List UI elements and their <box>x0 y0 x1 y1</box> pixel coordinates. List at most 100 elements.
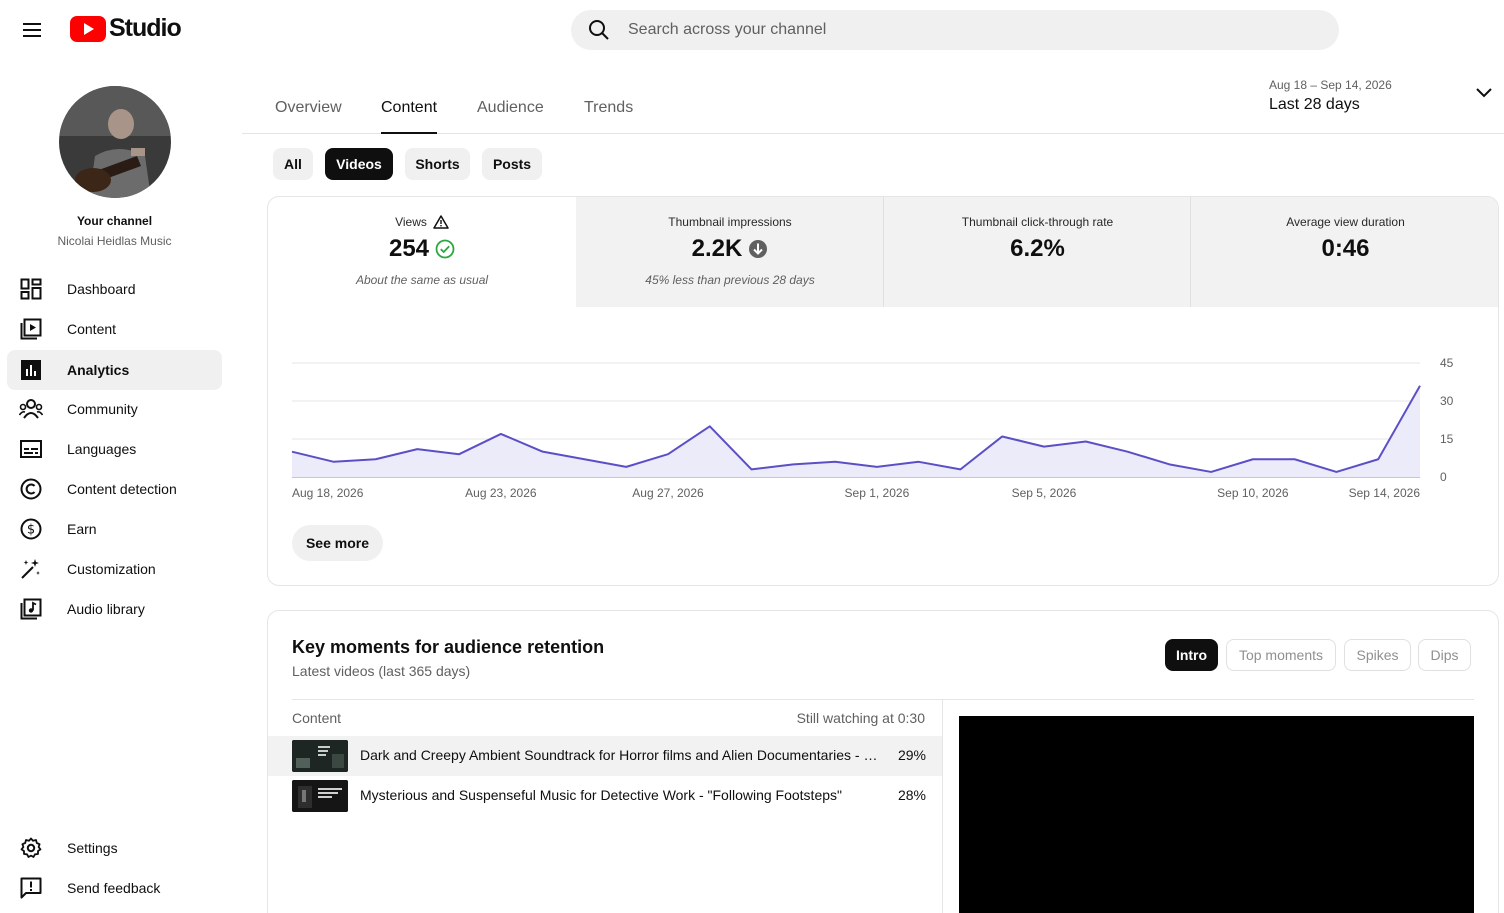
content-icon <box>19 317 43 341</box>
chevron-down-icon <box>1476 88 1492 98</box>
gear-icon <box>19 836 43 860</box>
metric-value: 0:46 <box>1321 235 1370 262</box>
sidebar-item-label: Dashboard <box>67 281 136 297</box>
divider <box>942 700 943 913</box>
retention-percent: 28% <box>897 787 926 803</box>
sidebar-item-audio-library[interactable]: Audio library <box>7 589 222 629</box>
search-input[interactable] <box>628 21 1308 39</box>
key-moments-card: Key moments for audience retention Lates… <box>267 610 1499 913</box>
menu-button[interactable] <box>14 12 52 48</box>
hamburger-menu-icon <box>23 23 41 37</box>
sidebar-item-label: Content detection <box>67 481 177 497</box>
video-thumbnail <box>292 740 348 772</box>
x-tick-label: Sep 10, 2026 <box>1217 486 1289 500</box>
metric-note: 45% less than previous 28 days <box>645 273 815 287</box>
video-player[interactable] <box>959 716 1474 913</box>
metric-label: Average view duration <box>1286 215 1405 229</box>
channel-avatar[interactable] <box>59 86 171 198</box>
search-bar[interactable] <box>571 10 1339 50</box>
chip-posts[interactable]: Posts <box>482 148 542 180</box>
x-tick-label: Aug 18, 2026 <box>292 486 364 500</box>
video-thumbnail <box>292 780 348 812</box>
sidebar-item-content-detection[interactable]: Content detection <box>7 469 222 509</box>
column-header-still-watching: Still watching at 0:30 <box>796 710 925 726</box>
logo-text: Studio <box>109 14 182 42</box>
community-icon <box>19 397 43 421</box>
tab-trends[interactable]: Trends <box>584 99 633 134</box>
dollar-icon: $ <box>19 517 43 541</box>
metric-thumbnail-impressions[interactable]: Thumbnail impressions 2.2K 45% less than… <box>576 197 884 307</box>
header: Studio <box>0 0 1504 58</box>
warning-icon[interactable] <box>433 215 449 229</box>
sidebar-item-content[interactable]: Content <box>7 309 222 349</box>
tab-audience[interactable]: Audience <box>477 99 544 134</box>
metric-value: 254 <box>388 235 430 262</box>
tab-overview[interactable]: Overview <box>275 99 342 134</box>
sidebar-item-dashboard[interactable]: Dashboard <box>7 269 222 309</box>
audio-library-icon <box>19 597 43 621</box>
date-range-picker[interactable]: Aug 18 – Sep 14, 2026 Last 28 days <box>1269 78 1494 122</box>
chip-videos[interactable]: Videos <box>325 148 393 180</box>
metric-views[interactable]: Views 254 About the same as usual <box>268 197 576 307</box>
sidebar-item-label: Content <box>67 321 117 337</box>
x-tick-label: Sep 1, 2026 <box>845 486 910 500</box>
tab-content[interactable]: Content <box>381 99 438 134</box>
key-moments-subtitle: Latest videos (last 365 days) <box>292 663 471 679</box>
metric-label: Views <box>395 215 427 229</box>
date-range-dates: Aug 18 – Sep 14, 2026 <box>1269 78 1392 92</box>
sidebar-item-label: Customization <box>67 561 156 577</box>
chip-top-moments[interactable]: Top moments <box>1226 639 1336 671</box>
key-moments-title: Key moments for audience retention <box>292 637 605 657</box>
search-icon <box>589 20 609 40</box>
x-tick-label: Aug 27, 2026 <box>632 486 704 500</box>
youtube-logo-icon <box>70 15 106 42</box>
y-tick-label: 30 <box>1440 394 1454 408</box>
sidebar-item-customization[interactable]: Customization <box>7 549 222 589</box>
sidebar-item-label: Languages <box>67 441 137 457</box>
metric-label: Thumbnail impressions <box>668 215 792 229</box>
sidebar-item-label: Audio library <box>67 601 145 617</box>
analytics-icon <box>19 358 43 382</box>
views-chart: 0 15 30 45 Aug 18, 2026 Aug 23, 2026 Aug 27, 2… <box>291 356 1454 500</box>
chip-all[interactable]: All <box>273 148 313 180</box>
sidebar-item-send-feedback[interactable]: Send feedback <box>7 868 222 908</box>
sidebar-item-label: Analytics <box>67 362 130 378</box>
table-row[interactable]: Dark and Creepy Ambient Soundtrack for H… <box>268 736 942 776</box>
check-circle-icon <box>435 239 455 259</box>
views-area <box>292 385 1420 477</box>
chip-intro[interactable]: Intro <box>1165 639 1218 671</box>
table-row[interactable]: Mysterious and Suspenseful Music for Det… <box>268 776 942 816</box>
channel-name: Nicolai Heidlas Music <box>57 234 172 248</box>
studio-logo[interactable]: Studio <box>70 14 182 43</box>
metrics-card: Views 254 About the same as usual Thumbn… <box>267 196 1499 586</box>
y-tick-label: 15 <box>1440 432 1454 446</box>
metric-note: About the same as usual <box>355 273 489 287</box>
divider <box>292 699 1474 700</box>
magic-wand-icon <box>19 557 43 581</box>
your-channel-label: Your channel <box>76 214 153 228</box>
sidebar-item-analytics[interactable]: Analytics <box>7 350 222 390</box>
feedback-icon <box>19 876 43 900</box>
y-tick-label: 0 <box>1440 470 1447 484</box>
retention-percent: 29% <box>897 747 926 763</box>
sidebar-item-community[interactable]: Community <box>7 389 222 429</box>
video-title: Mysterious and Suspenseful Music for Det… <box>360 787 842 803</box>
metric-label: Thumbnail click-through rate <box>961 215 1114 229</box>
see-more-button[interactable]: See more <box>292 525 383 561</box>
sidebar-item-earn[interactable]: $ Earn <box>7 509 222 549</box>
sidebar: Your channel Nicolai Heidlas Music Dashb… <box>0 58 242 913</box>
x-tick-label: Sep 5, 2026 <box>1012 486 1077 500</box>
chip-spikes[interactable]: Spikes <box>1344 639 1411 671</box>
date-range-label: Last 28 days <box>1269 96 1360 113</box>
sidebar-item-settings[interactable]: Settings <box>7 828 222 868</box>
chip-dips[interactable]: Dips <box>1418 639 1471 671</box>
dashboard-icon <box>19 277 43 301</box>
y-tick-label: 45 <box>1440 356 1454 370</box>
metric-value: 2.2K <box>691 235 743 262</box>
sidebar-item-languages[interactable]: Languages <box>7 429 222 469</box>
metric-value: 6.2% <box>1010 235 1065 262</box>
chip-shorts[interactable]: Shorts <box>405 148 470 180</box>
metric-average-view-duration[interactable]: Average view duration 0:46 <box>1191 197 1498 307</box>
metric-click-through-rate[interactable]: Thumbnail click-through rate 6.2% <box>884 197 1191 307</box>
column-header-content: Content <box>292 710 342 726</box>
